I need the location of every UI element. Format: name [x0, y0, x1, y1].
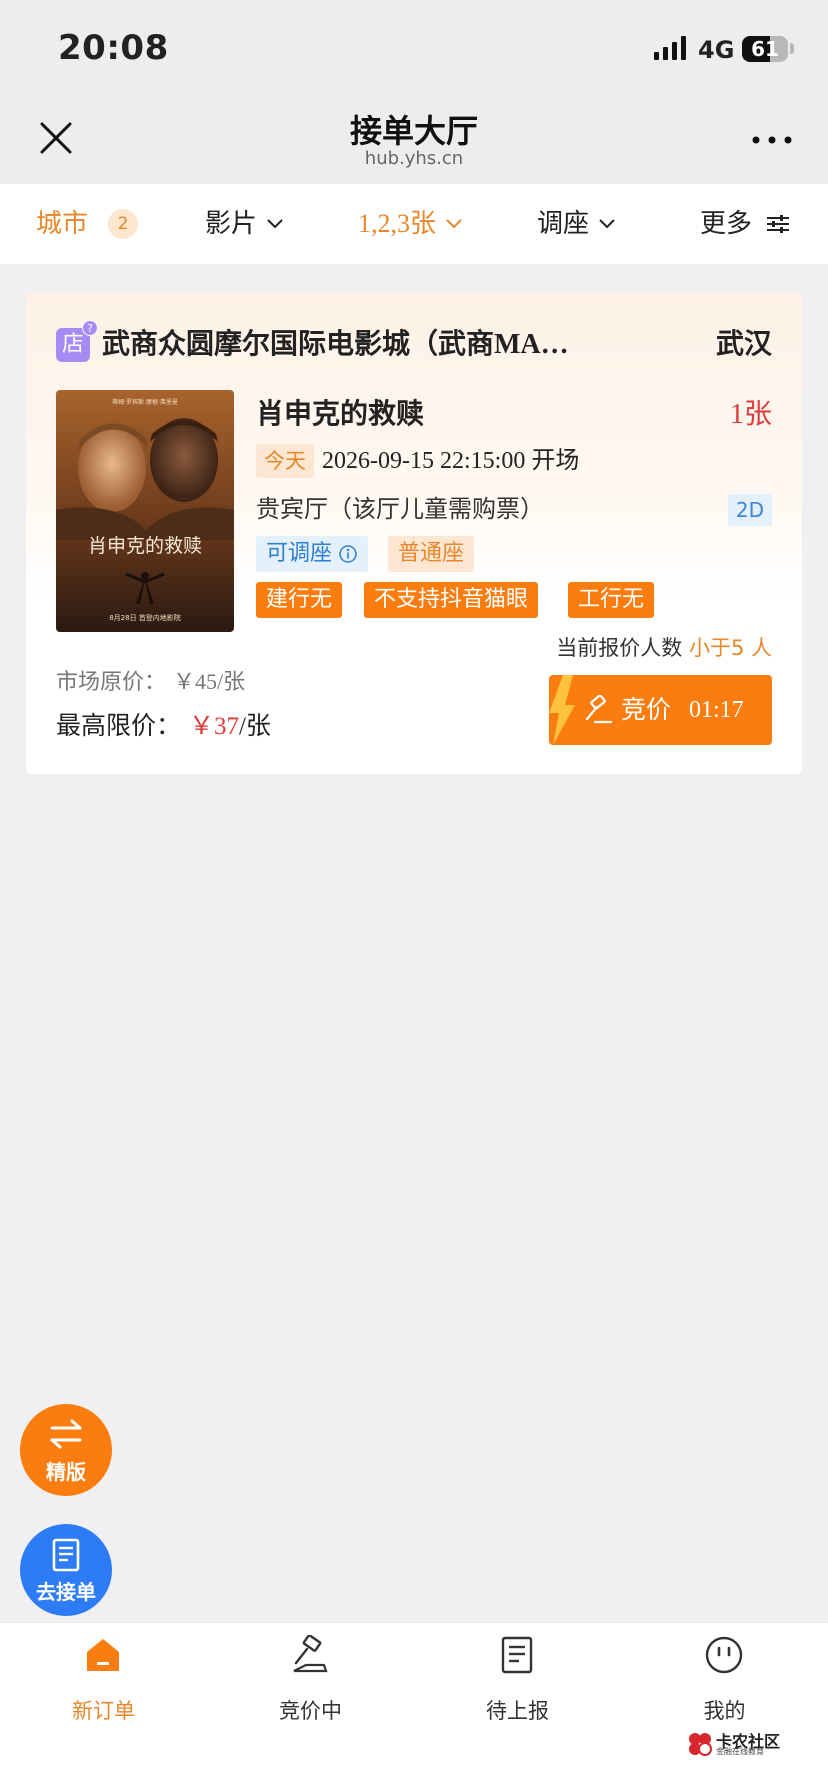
tag-restriction: 工行无 — [568, 582, 655, 618]
max-price: 最高限价： ￥37/张 — [56, 706, 271, 742]
page-url: hub.yhs.cn — [364, 148, 464, 169]
market-price: 市场原价： ￥45/张 — [56, 664, 245, 696]
fab-take-orders[interactable]: 去接单 — [20, 1524, 112, 1616]
gavel-icon — [293, 1635, 328, 1673]
battery-tip — [790, 43, 794, 54]
tab-profile-label: 我的 — [703, 1699, 746, 1723]
chevron-down-icon — [599, 219, 615, 229]
battery-level: 61 — [751, 37, 779, 61]
quote-count-value: 小于5 人 — [688, 636, 772, 660]
chevron-down-icon — [267, 219, 283, 229]
info-icon — [339, 545, 357, 563]
lightning-icon — [549, 675, 575, 745]
fab-take-orders-label: 去接单 — [36, 1580, 96, 1604]
filter-city-label: 城市 — [36, 209, 89, 239]
quote-count: 当前报价人数 小于5 人 — [556, 632, 772, 662]
max-price-label: 最高限价： — [56, 711, 182, 740]
ticket-count: 1张 — [729, 399, 772, 430]
page-title: 接单大厅 — [349, 112, 478, 150]
signal-icon — [654, 36, 686, 60]
tab-bidding[interactable]: 竞价中 — [207, 1623, 414, 1743]
help-icon[interactable]: ? — [82, 320, 98, 336]
gavel-icon — [585, 695, 613, 724]
tab-bidding-label: 竞价中 — [279, 1699, 342, 1723]
quote-count-label: 当前报价人数 — [556, 636, 683, 660]
filter-more[interactable]: 更多 — [700, 184, 790, 264]
filter-more-label: 更多 — [700, 209, 753, 239]
filter-city[interactable]: 城市 2 — [36, 184, 139, 264]
tab-profile[interactable]: 我的 — [621, 1623, 828, 1743]
fab-premium-label: 精版 — [46, 1460, 86, 1484]
tab-pending-report[interactable]: 待上报 — [414, 1623, 621, 1743]
filter-movie[interactable]: 影片 — [205, 184, 285, 264]
sliders-icon — [767, 215, 790, 233]
filter-movie-label: 影片 — [205, 209, 258, 239]
swap-icon — [50, 1419, 82, 1449]
bid-label: 竞价 — [621, 695, 672, 724]
market-price-value: ￥45/张 — [173, 669, 246, 694]
filter-ticket-count[interactable]: 1,2,3张 — [358, 184, 464, 264]
max-price-unit: /张 — [238, 713, 271, 740]
format-badge: 2D — [727, 494, 772, 526]
market-price-label: 市场原价： — [56, 670, 167, 695]
watermark-sub: 金融在线教育 — [716, 1747, 764, 1756]
filter-city-badge: 2 — [108, 209, 139, 239]
fab-premium[interactable]: 精版 — [20, 1404, 112, 1496]
report-icon — [501, 1636, 533, 1674]
poster-release: 8月28日 首登内地影院 — [109, 613, 181, 622]
tab-new-orders[interactable]: 新订单 — [0, 1623, 207, 1743]
profile-icon — [705, 1636, 743, 1674]
order-card[interactable]: 店 ? 武商众圆摩尔国际电影城（武商MA… 武汉 蒂姆·罗宾斯 摩根·弗里曼 肖… — [26, 292, 802, 774]
cinema-name: 武商众圆摩尔国际电影城（武商MA… — [102, 329, 569, 360]
nav-bar: 接单大厅 hub.yhs.cn — [0, 90, 828, 184]
movie-title: 肖申克的救赎 — [256, 397, 425, 430]
watermark: 卡农社区 金融在线教育 — [686, 1728, 786, 1760]
status-bar: 20:08 4G 61 — [0, 0, 828, 90]
day-tag: 今天 — [256, 444, 314, 478]
tag-restriction: 建行无 — [256, 582, 343, 618]
poster-cast: 蒂姆·罗宾斯 摩根·弗里曼 — [112, 398, 178, 406]
tag-restriction: 不支持抖音猫眼 — [364, 582, 539, 618]
hall-name: 贵宾厅（该厅儿童需购票） — [256, 495, 544, 523]
tag-seat-type: 普通座 — [388, 536, 475, 572]
bid-timer: 01:17 — [689, 697, 744, 723]
status-time: 20:08 — [58, 28, 169, 68]
showtime: 2026-09-15 22:15:00 开场 — [322, 448, 580, 474]
tag-adjustable[interactable]: 可调座 — [256, 536, 369, 572]
network-type: 4G — [698, 36, 735, 64]
tag-adjustable-label: 可调座 — [266, 541, 333, 566]
more-icon[interactable] — [748, 120, 796, 160]
tab-pending-report-label: 待上报 — [486, 1699, 549, 1723]
tab-new-orders-label: 新订单 — [72, 1699, 135, 1723]
filter-ticket-count-label: 1,2,3张 — [358, 209, 437, 238]
city-name: 武汉 — [715, 327, 772, 360]
bottom-tab-bar: 新订单 竞价中 待上报 我的 — [0, 1622, 828, 1792]
filter-bar: 城市 2 影片 1,2,3张 调座 更多 — [0, 184, 828, 264]
filter-seat-adjust[interactable]: 调座 — [537, 184, 617, 264]
watermark-logo — [689, 1733, 712, 1756]
poster-title: 肖申克的救赎 — [88, 535, 202, 557]
movie-poster: 蒂姆·罗宾斯 摩根·弗里曼 肖申克的救赎 8月28日 首登内地影院 — [56, 390, 234, 632]
max-price-value: ￥37 — [188, 713, 239, 740]
filter-seat-adjust-label: 调座 — [537, 209, 590, 239]
document-icon — [52, 1538, 80, 1572]
battery-icon: 61 — [742, 36, 788, 62]
chevron-down-icon — [446, 219, 462, 229]
home-icon — [87, 1639, 119, 1671]
bid-button[interactable]: 竞价 01:17 — [549, 675, 772, 745]
